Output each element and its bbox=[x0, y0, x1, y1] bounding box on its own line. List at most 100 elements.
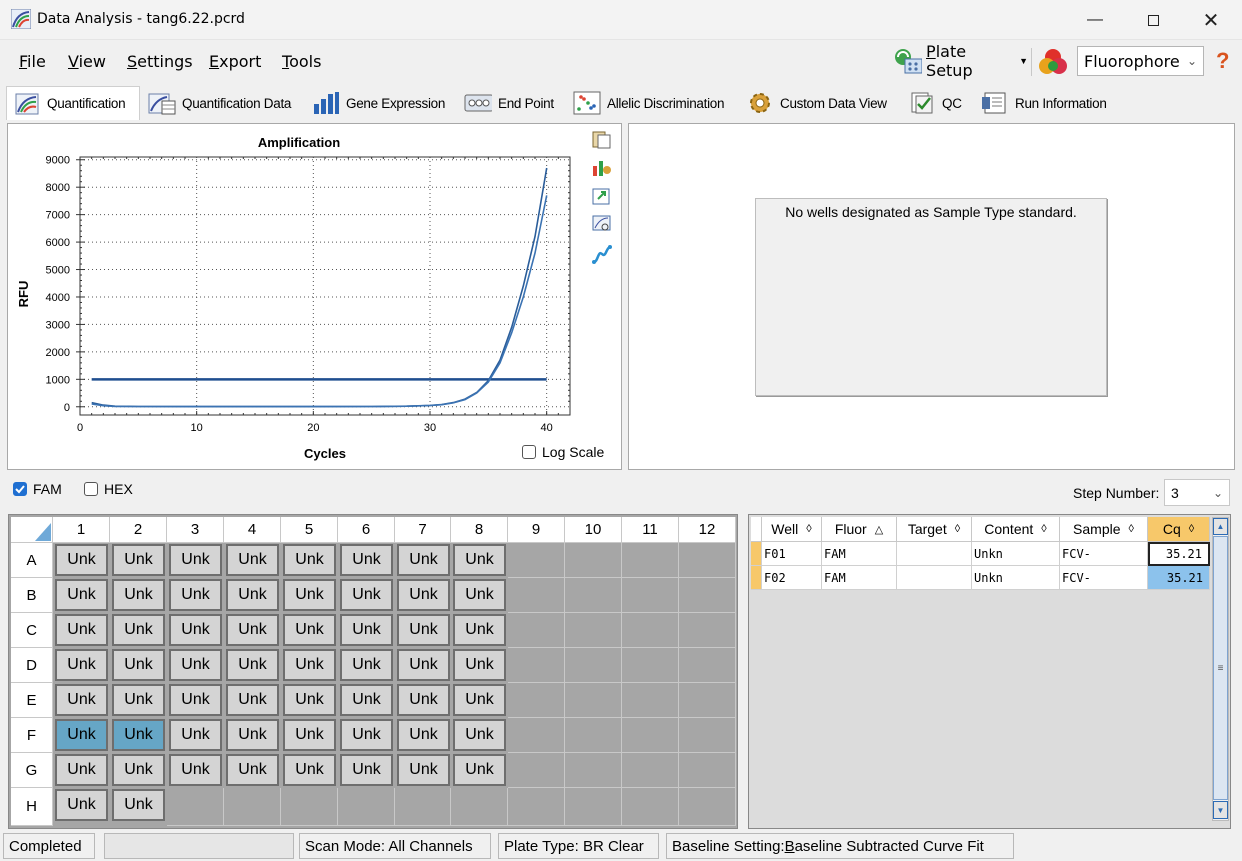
plate-well[interactable]: Unk bbox=[112, 579, 165, 611]
plate-well[interactable]: Unk bbox=[169, 719, 222, 751]
plate-well[interactable]: Unk bbox=[169, 684, 222, 716]
plate-well-empty[interactable] bbox=[565, 718, 622, 753]
results-column-header[interactable]: Sample ◊ bbox=[1060, 517, 1148, 542]
plate-well[interactable]: Unk bbox=[112, 544, 165, 576]
plate-well-empty[interactable] bbox=[508, 788, 565, 826]
plate-well-empty[interactable] bbox=[622, 683, 679, 718]
plate-column-header[interactable]: 6 bbox=[338, 517, 395, 543]
plate-well[interactable]: Unk bbox=[55, 544, 108, 576]
plate-column-header[interactable]: 2 bbox=[110, 517, 167, 543]
sort-icon[interactable]: ◊ bbox=[1041, 523, 1046, 535]
scroll-up-button[interactable]: ▲ bbox=[1213, 518, 1228, 535]
tab-quantification[interactable]: Quantification bbox=[6, 86, 140, 120]
plate-well[interactable]: Unk bbox=[340, 754, 393, 786]
plate-well-empty[interactable] bbox=[565, 613, 622, 648]
plate-well[interactable]: Unk bbox=[169, 754, 222, 786]
plate-well[interactable]: Unk bbox=[169, 649, 222, 681]
plate-well[interactable]: Unk bbox=[55, 789, 108, 821]
maximize-button[interactable] bbox=[1124, 0, 1182, 40]
plate-well-empty[interactable] bbox=[622, 753, 679, 788]
plate-well[interactable]: Unk bbox=[283, 754, 336, 786]
minimize-button[interactable]: — bbox=[1066, 0, 1124, 40]
plate-column-header[interactable]: 7 bbox=[395, 517, 451, 543]
plate-well[interactable]: Unk bbox=[453, 754, 506, 786]
plate-row-header[interactable]: C bbox=[11, 613, 53, 648]
sort-icon[interactable]: ◊ bbox=[955, 523, 960, 535]
menu-tools[interactable]: Tools bbox=[282, 52, 321, 71]
log-scale-checkbox[interactable] bbox=[522, 445, 536, 459]
plate-well[interactable]: Unk bbox=[453, 719, 506, 751]
plate-well-empty[interactable] bbox=[622, 613, 679, 648]
tab-qc[interactable]: QC bbox=[902, 86, 972, 120]
plate-column-header[interactable]: 10 bbox=[565, 517, 622, 543]
plate-well-empty[interactable] bbox=[565, 578, 622, 613]
menu-settings[interactable]: Settings bbox=[127, 52, 193, 71]
scroll-down-button[interactable]: ▼ bbox=[1213, 801, 1228, 819]
plate-column-header[interactable]: 4 bbox=[224, 517, 281, 543]
export-chart-icon[interactable] bbox=[592, 186, 612, 206]
plate-well[interactable]: Unk bbox=[283, 684, 336, 716]
plate-well-empty[interactable] bbox=[451, 788, 508, 826]
plate-well-empty[interactable] bbox=[565, 788, 622, 826]
plate-well[interactable]: Unk bbox=[453, 614, 506, 646]
log-scale-toggle[interactable]: Log Scale bbox=[522, 444, 604, 460]
plate-well[interactable]: Unk bbox=[340, 719, 393, 751]
plate-well[interactable]: Unk bbox=[112, 614, 165, 646]
results-cell[interactable]: Unkn bbox=[972, 542, 1060, 566]
results-cell[interactable]: Unkn bbox=[972, 566, 1060, 590]
plate-well[interactable]: Unk bbox=[283, 614, 336, 646]
plate-corner[interactable] bbox=[11, 517, 53, 543]
plate-well-empty[interactable] bbox=[679, 788, 736, 826]
plate-column-header[interactable]: 9 bbox=[508, 517, 565, 543]
plate-well[interactable]: Unk bbox=[453, 684, 506, 716]
plate-well-empty[interactable] bbox=[679, 543, 736, 578]
plate-well[interactable]: Unk bbox=[226, 684, 279, 716]
fam-checkbox[interactable] bbox=[13, 482, 27, 496]
plate-row-header[interactable]: G bbox=[11, 753, 53, 788]
results-column-header[interactable]: Target ◊ bbox=[897, 517, 972, 542]
plate-well-empty[interactable] bbox=[679, 718, 736, 753]
plate-well-empty[interactable] bbox=[565, 683, 622, 718]
chart-settings-icon[interactable] bbox=[592, 157, 612, 177]
plate-well-empty[interactable] bbox=[167, 788, 224, 826]
plate-well[interactable]: Unk bbox=[283, 719, 336, 751]
sort-icon[interactable]: ◊ bbox=[1189, 523, 1194, 535]
plate-well[interactable]: Unk bbox=[453, 544, 506, 576]
plate-well-empty[interactable] bbox=[622, 718, 679, 753]
copy-icon[interactable] bbox=[592, 129, 612, 149]
results-cell[interactable]: F01 bbox=[762, 542, 822, 566]
results-cell[interactable]: F02 bbox=[762, 566, 822, 590]
plate-column-header[interactable]: 1 bbox=[53, 517, 110, 543]
plate-column-header[interactable]: 5 bbox=[281, 517, 338, 543]
plate-well[interactable]: Unk bbox=[112, 649, 165, 681]
plate-well-empty[interactable] bbox=[622, 788, 679, 826]
results-cell[interactable]: FCV- bbox=[1060, 542, 1148, 566]
menu-export[interactable]: Export bbox=[209, 52, 261, 71]
results-cell[interactable]: FAM bbox=[822, 566, 897, 590]
results-cell[interactable] bbox=[897, 542, 972, 566]
plate-well[interactable]: Unk bbox=[55, 684, 108, 716]
plate-well-empty[interactable] bbox=[565, 648, 622, 683]
help-icon[interactable]: ? bbox=[1216, 48, 1229, 74]
plate-well-empty[interactable] bbox=[565, 543, 622, 578]
menu-file[interactable]: File bbox=[19, 52, 46, 71]
sort-icon[interactable]: ◊ bbox=[1129, 523, 1134, 535]
plate-well-empty[interactable] bbox=[508, 718, 565, 753]
plate-well-empty[interactable] bbox=[679, 578, 736, 613]
plate-well-empty[interactable] bbox=[679, 753, 736, 788]
plate-well[interactable]: Unk bbox=[226, 754, 279, 786]
plate-row-header[interactable]: D bbox=[11, 648, 53, 683]
plate-well[interactable]: Unk bbox=[283, 544, 336, 576]
close-button[interactable]: ✕ bbox=[1182, 0, 1240, 40]
results-cell[interactable]: FCV- bbox=[1060, 566, 1148, 590]
plate-well-empty[interactable] bbox=[679, 683, 736, 718]
plate-well-empty[interactable] bbox=[224, 788, 281, 826]
plate-row-header[interactable]: A bbox=[11, 543, 53, 578]
plate-column-header[interactable]: 8 bbox=[451, 517, 508, 543]
results-cell[interactable] bbox=[897, 566, 972, 590]
plate-well[interactable]: Unk bbox=[340, 544, 393, 576]
plate-well-empty[interactable] bbox=[565, 753, 622, 788]
plate-well-empty[interactable] bbox=[508, 753, 565, 788]
plate-well[interactable]: Unk bbox=[397, 754, 450, 786]
plate-well[interactable]: Unk bbox=[397, 614, 450, 646]
